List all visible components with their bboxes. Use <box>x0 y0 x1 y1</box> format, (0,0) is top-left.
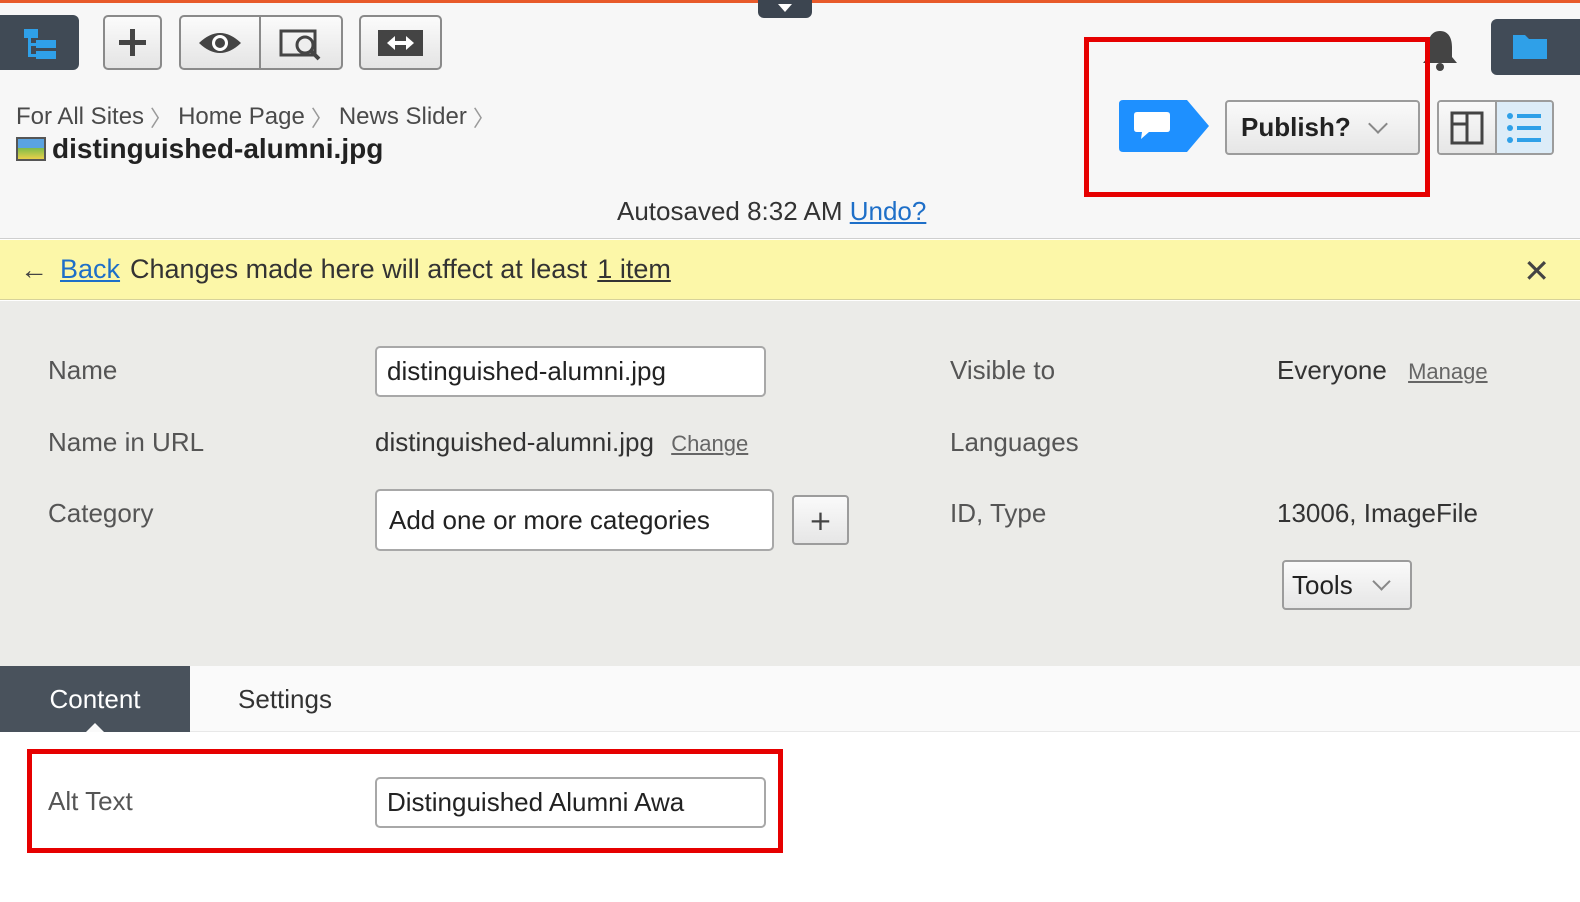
preview-button[interactable] <box>179 15 261 70</box>
languages-label: Languages <box>950 427 1079 457</box>
name-label: Name <box>48 355 118 385</box>
tools-label: Tools <box>1292 569 1353 600</box>
name-input[interactable]: distinguished-alumni.jpg <box>375 346 766 397</box>
close-icon[interactable]: ✕ <box>1523 252 1550 290</box>
magnify-page-icon <box>279 29 321 61</box>
highlight-box-publish <box>1084 37 1430 197</box>
breadcrumb: For All Sites 〉 Home Page 〉 News Slider … <box>16 101 501 133</box>
undo-link[interactable]: Undo? <box>850 196 927 226</box>
tab-bar: Content Settings <box>0 666 1580 732</box>
eye-icon <box>199 33 241 53</box>
autosave-text: Autosaved 8:32 AM <box>617 196 843 226</box>
add-category-button[interactable]: + <box>792 495 849 545</box>
site-tree-button[interactable] <box>0 15 79 70</box>
back-link[interactable]: Back <box>60 254 120 285</box>
visible-label: Visible to <box>950 355 1056 385</box>
image-file-icon <box>16 137 46 161</box>
plus-icon <box>119 29 146 56</box>
category-label: Category <box>48 498 154 528</box>
folder-icon <box>1513 35 1547 59</box>
breadcrumb-chevron-icon: 〉 <box>150 106 173 131</box>
layout-toggle <box>1437 100 1554 155</box>
split-view-icon <box>1450 111 1484 144</box>
breadcrumb-for-all-sites[interactable]: For All Sites <box>16 103 144 131</box>
tab-content[interactable]: Content <box>0 666 190 732</box>
highlight-box-alt-text <box>27 749 783 853</box>
add-button[interactable] <box>103 15 162 70</box>
search-preview-button[interactable] <box>259 15 343 70</box>
category-input[interactable]: Add one or more categories <box>375 489 774 551</box>
page-title: distinguished-alumni.jpg <box>16 133 383 165</box>
breadcrumb-home-page[interactable]: Home Page <box>178 103 305 131</box>
back-arrow-icon: ← <box>20 253 48 285</box>
autosave-status: Autosaved 8:32 AM Undo? <box>617 196 926 227</box>
visible-value: Everyone Manage <box>1277 355 1488 386</box>
compare-button[interactable] <box>359 15 442 70</box>
url-value-text: distinguished-alumni.jpg <box>375 427 654 457</box>
split-arrows-icon <box>378 30 423 56</box>
tools-dropdown[interactable]: Tools <box>1282 560 1412 610</box>
visible-value-text: Everyone <box>1277 355 1387 385</box>
folder-button[interactable] <box>1491 19 1580 75</box>
id-type-label: ID, Type <box>950 498 1047 528</box>
url-value: distinguished-alumni.jpg Change <box>375 427 748 458</box>
affected-items-link[interactable]: 1 item <box>597 254 671 285</box>
pull-down-tab[interactable] <box>758 0 812 18</box>
id-type-value: 13006, ImageFile <box>1277 498 1478 528</box>
breadcrumb-news-slider[interactable]: News Slider <box>339 103 467 131</box>
notice-bar: ← Back Changes made here will affect at … <box>0 240 1580 300</box>
tab-settings[interactable]: Settings <box>190 666 380 732</box>
site-tree-icon <box>24 29 56 59</box>
list-view-icon <box>1507 112 1542 143</box>
manage-link[interactable]: Manage <box>1408 359 1488 384</box>
properties-panel: Name distinguished-alumni.jpg Name in UR… <box>0 301 1580 666</box>
change-url-link[interactable]: Change <box>671 431 748 456</box>
list-view-button[interactable] <box>1494 102 1552 153</box>
breadcrumb-chevron-icon: 〉 <box>472 106 495 131</box>
url-label: Name in URL <box>48 427 205 457</box>
page-title-text: distinguished-alumni.jpg <box>52 133 384 164</box>
chevron-down-icon <box>1372 571 1391 591</box>
notice-message: Changes made here will affect at least <box>130 254 588 284</box>
breadcrumb-chevron-icon: 〉 <box>310 106 333 131</box>
split-view-button[interactable] <box>1439 102 1495 153</box>
